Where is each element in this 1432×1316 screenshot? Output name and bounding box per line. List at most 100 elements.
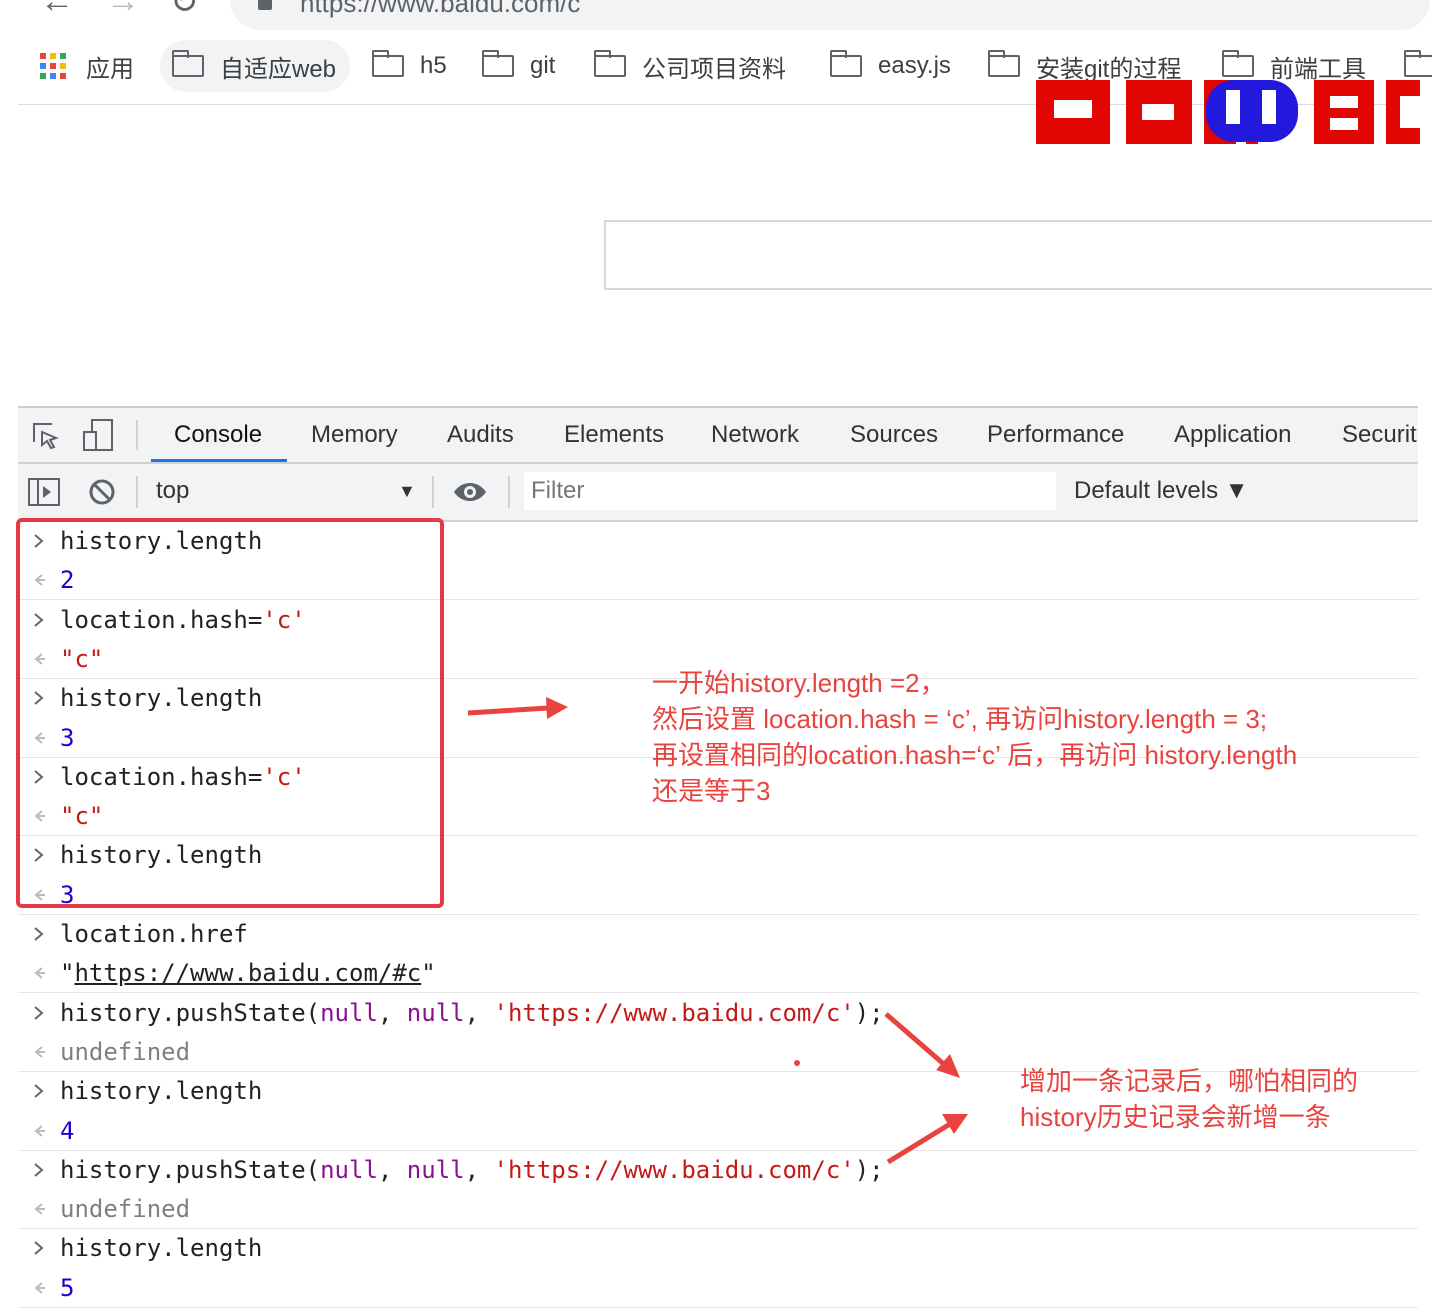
folder-icon xyxy=(482,50,514,77)
bookmark-item[interactable]: h5 xyxy=(372,40,447,92)
baidu-logo xyxy=(1036,80,1420,144)
clear-console-icon[interactable] xyxy=(88,478,116,506)
inspect-element-icon[interactable] xyxy=(30,420,60,450)
console-text: "https://www.baidu.com/#c" xyxy=(60,954,436,992)
annotation-note-1: 一开始history.length =2， 然后设置 location.hash… xyxy=(652,665,1297,809)
prompt-chevron-icon xyxy=(34,1163,44,1177)
folder-icon xyxy=(594,50,626,77)
console-token: undefined xyxy=(60,1038,191,1066)
console-input-row: location.href xyxy=(18,915,1418,953)
bookmark-label: 应用 xyxy=(86,55,134,83)
console-token: 5 xyxy=(60,1274,75,1302)
bookmark-label: 自适应web xyxy=(220,55,337,83)
console-token: " xyxy=(421,959,436,987)
bookmark-item[interactable]: 自适应web xyxy=(160,40,351,92)
log-levels-dropdown[interactable]: Default levels ▼ xyxy=(1074,472,1249,510)
folder-icon xyxy=(1222,50,1254,77)
console-token: undefined xyxy=(60,1195,191,1223)
console-token: ); xyxy=(854,999,884,1027)
tab-console[interactable]: Console xyxy=(174,408,262,462)
folder-icon xyxy=(372,50,404,77)
console-link[interactable]: https://www.baidu.com/#c xyxy=(74,959,421,987)
bookmark-label: h5 xyxy=(420,52,447,79)
prompt-chevron-icon xyxy=(34,1241,44,1255)
console-token: null xyxy=(320,999,378,1027)
tab-audits[interactable]: Audits xyxy=(447,408,514,462)
console-input-row: history.length xyxy=(18,1229,1418,1267)
result-chevron-icon xyxy=(34,1282,45,1294)
tab-securit[interactable]: Securit xyxy=(1342,408,1417,462)
tab-network[interactable]: Network xyxy=(711,408,799,462)
bookmark-item[interactable]: 应用 xyxy=(40,40,134,92)
console-output-row: undefined xyxy=(18,1190,1418,1229)
apps-grid-icon xyxy=(40,53,66,79)
console-token: 'https://www.baidu.com/c' xyxy=(493,1156,855,1184)
folder-icon xyxy=(1404,50,1432,77)
tab-memory[interactable]: Memory xyxy=(311,408,398,462)
console-text: 4 xyxy=(60,1112,74,1150)
tab-performance[interactable]: Performance xyxy=(987,408,1124,462)
annotation-line: history历史记录会新增一条 xyxy=(1020,1102,1331,1132)
bookmark-label: 公司项目资料 xyxy=(642,55,786,83)
console-token: 4 xyxy=(60,1117,75,1145)
annotation-line: 再设置相同的location.hash=‘c’ 后，再访问 history.le… xyxy=(652,740,1298,770)
tab-sources[interactable]: Sources xyxy=(850,408,938,462)
folder-icon xyxy=(830,50,862,77)
bookmark-label: 安装git的过程 xyxy=(1036,55,1182,83)
console-token: ); xyxy=(854,1156,884,1184)
bookmark-label: git xyxy=(530,52,556,79)
bookmark-label: easy.js xyxy=(878,52,951,79)
console-output-row: "https://www.baidu.com/#c" xyxy=(18,954,1418,993)
console-token: history.length xyxy=(60,1234,263,1262)
console-token: 'https://www.baidu.com/c' xyxy=(493,999,855,1027)
devtools-tabbar: Console Memory Audits Elements Network Source… xyxy=(18,408,1418,464)
console-token: , xyxy=(464,999,494,1027)
console-input-row: history.pushState(null, null, 'https://w… xyxy=(18,1151,1418,1189)
console-text: history.length xyxy=(60,1072,262,1110)
console-text: location.href xyxy=(60,915,248,953)
sidebar-toggle-icon[interactable] xyxy=(28,478,60,506)
console-text: history.pushState(null, null, 'https://w… xyxy=(60,994,884,1032)
bookmark-item[interactable]: git xyxy=(482,40,555,92)
reload-icon[interactable]: ↻ xyxy=(170,0,199,22)
console-token: null xyxy=(406,1156,465,1184)
divider xyxy=(136,476,138,508)
device-toolbar-icon[interactable] xyxy=(82,418,116,452)
folder-icon xyxy=(172,50,204,77)
folder-icon xyxy=(988,50,1020,77)
console-token: " xyxy=(60,959,75,987)
lock-icon xyxy=(258,0,272,10)
bookmark-item[interactable]: 公司项目资料 xyxy=(594,40,786,92)
forward-arrow-icon[interactable]: → xyxy=(106,0,140,21)
console-text: undefined xyxy=(60,1033,190,1071)
eye-icon[interactable] xyxy=(452,480,488,504)
console-text: history.pushState(null, null, 'https://w… xyxy=(60,1151,884,1189)
console-token: , xyxy=(377,999,407,1027)
console-text: undefined xyxy=(60,1190,190,1228)
divider xyxy=(508,476,510,508)
filter-input[interactable] xyxy=(524,472,1056,510)
highlight-box xyxy=(16,518,444,908)
prompt-chevron-icon xyxy=(34,1084,44,1098)
console-token: history.pushState( xyxy=(60,999,321,1027)
console-token: history.pushState( xyxy=(60,1156,321,1184)
annotation-line: 增加一条记录后，哪怕相同的 xyxy=(1020,1066,1359,1096)
chevron-down-icon[interactable]: ▼ xyxy=(398,472,416,510)
console-token: history.length xyxy=(60,1077,263,1105)
console-toolbar: top ▼ Filter Default levels ▼ xyxy=(18,464,1418,522)
tab-elements[interactable]: Elements xyxy=(564,408,664,462)
baidu-search-input[interactable] xyxy=(604,220,1432,290)
console-token: , xyxy=(464,1156,494,1184)
prompt-chevron-icon xyxy=(34,1006,44,1020)
prompt-chevron-icon xyxy=(34,927,44,941)
console-input-row: history.pushState(null, null, 'https://w… xyxy=(18,994,1418,1032)
bookmark-item[interactable]: easy.js xyxy=(830,40,951,92)
back-arrow-icon[interactable]: ← xyxy=(40,0,74,21)
annotation-note-2: 增加一条记录后，哪怕相同的 history历史记录会新增一条 xyxy=(1020,1063,1358,1135)
filter-placeholder: Filter xyxy=(531,477,585,504)
tab-application[interactable]: Application xyxy=(1174,408,1291,462)
console-token: location.href xyxy=(60,920,248,948)
url-text[interactable]: https://www.baidu.com/c xyxy=(300,0,580,19)
result-chevron-icon xyxy=(34,967,45,979)
context-select[interactable]: top xyxy=(156,472,189,510)
